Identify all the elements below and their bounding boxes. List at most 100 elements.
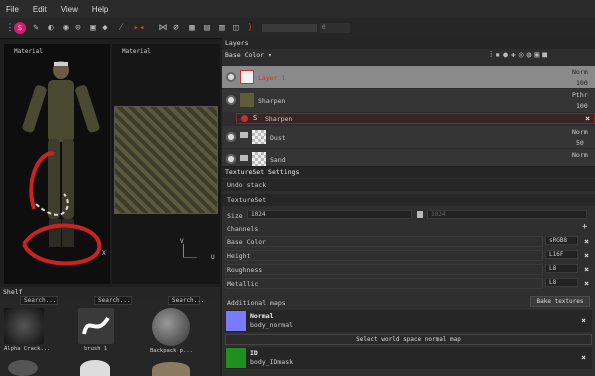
additional-maps-label: Additional maps xyxy=(227,299,286,307)
brush-size-slider[interactable] xyxy=(262,24,317,32)
folder-icon xyxy=(240,132,248,138)
filter-icon: S xyxy=(253,114,258,122)
shelf-search-2[interactable]: Search... xyxy=(94,296,132,305)
viewport-2d[interactable]: Material V U xyxy=(112,44,220,284)
close-icon[interactable]: × xyxy=(582,279,591,288)
normal-map-file: body_normal xyxy=(250,321,294,329)
layer-name: Dust xyxy=(270,134,286,142)
size-select-2[interactable]: 1024 xyxy=(427,210,587,219)
add-effect-icon[interactable]: ▪ xyxy=(495,50,503,59)
close-icon[interactable]: × xyxy=(579,316,588,325)
layer-row[interactable]: Dust Norm 50 xyxy=(222,126,595,148)
paint-brush-icon[interactable]: S xyxy=(14,22,26,34)
channel-row[interactable] xyxy=(225,236,543,247)
layer-blend[interactable]: Norm xyxy=(572,151,588,159)
projection-icon[interactable]: ◐ xyxy=(45,22,57,34)
channel-row[interactable] xyxy=(225,264,543,275)
layer-opacity[interactable]: 100 xyxy=(576,79,588,87)
textureset-tab[interactable]: TextureSet xyxy=(222,194,595,206)
channel-select[interactable]: Base Color ▾ xyxy=(225,51,272,59)
layer-thumbnail xyxy=(252,130,266,144)
select-world-normal-button[interactable]: Select world space normal map xyxy=(225,334,592,345)
channel-format[interactable]: sRGB8 xyxy=(545,236,578,245)
layer-row[interactable]: Layer 1 Norm 100 xyxy=(222,66,595,88)
menu-edit[interactable]: Edit xyxy=(33,5,47,14)
effect-row[interactable]: S Sharpen × xyxy=(236,113,595,124)
render-icon[interactable]: ◫ xyxy=(230,22,242,34)
viewport-3d[interactable]: Material X xyxy=(4,44,110,284)
clone-icon[interactable]: ◉ xyxy=(60,22,72,34)
axis-u-label: U xyxy=(211,254,215,261)
shelf-item-brush[interactable] xyxy=(78,308,114,344)
picker-icon[interactable]: ⁄ xyxy=(115,22,127,34)
layer-thumbnail xyxy=(252,152,266,166)
brush-value-field[interactable]: 0 xyxy=(320,23,350,33)
menu-file[interactable]: File xyxy=(6,5,19,14)
bake-textures-button[interactable]: Bake textures xyxy=(530,296,590,307)
dropper-icon[interactable]: ) xyxy=(244,22,256,34)
layer-name: Sand xyxy=(270,156,286,164)
menu-view[interactable]: View xyxy=(61,5,78,14)
symmetry-icon[interactable]: ▸◂ xyxy=(133,22,145,34)
visibility-icon[interactable] xyxy=(226,72,236,82)
shelf-item-next-3[interactable] xyxy=(152,362,190,376)
shelf-item-next-2[interactable] xyxy=(80,360,110,376)
layers-title: Layers xyxy=(222,38,595,49)
fill-layer-icon[interactable]: ◎ xyxy=(519,50,527,59)
camera-icon[interactable]: ▤ xyxy=(201,22,213,34)
normal-map-title: Normal xyxy=(250,312,274,320)
toolbar: ⋮ S ✎ ◐ ◉ ⊙ ▣ ◆ ⁄ ▸◂ ⋈ ⌀ ▦ ▤ ▥ ◫ ) 0 xyxy=(0,18,595,39)
channel-row[interactable] xyxy=(225,250,543,261)
visibility-icon[interactable] xyxy=(226,154,236,164)
shelf-search-1[interactable]: Search... xyxy=(20,296,58,305)
id-map-row[interactable]: ID body_IDmask × xyxy=(225,347,592,369)
layer-opacity[interactable]: 100 xyxy=(576,102,588,110)
close-icon[interactable]: × xyxy=(583,114,592,123)
paint-layer-icon[interactable]: ✚ xyxy=(511,50,519,59)
close-icon[interactable]: × xyxy=(582,265,591,274)
layer-row[interactable]: Sand Norm xyxy=(222,149,595,166)
layer-row[interactable]: Sharpen Pthr 100 xyxy=(222,89,595,112)
folder-icon xyxy=(240,155,248,161)
layer-blend[interactable]: Norm xyxy=(572,128,588,136)
shelf-item-material[interactable] xyxy=(152,308,190,346)
layer-name: Sharpen xyxy=(258,97,286,105)
channel-format[interactable]: L8 xyxy=(545,278,578,287)
channel-format[interactable]: L16F xyxy=(545,250,578,259)
effect-toggle-icon[interactable] xyxy=(241,115,248,122)
mask-icon[interactable]: ▦ xyxy=(186,22,198,34)
smudge-icon[interactable]: ⊙ xyxy=(72,22,84,34)
channel-format[interactable]: L8 xyxy=(545,264,578,273)
layers-panel: Layers Base Color ▾ ⁞▪●✚◎◍▣■ Layer 1 Nor… xyxy=(222,38,595,166)
add-channel-icon[interactable]: + xyxy=(582,222,587,232)
id-map-file: body_IDmask xyxy=(250,358,294,366)
normal-map-row[interactable]: Normal body_normal × xyxy=(225,310,592,332)
layer-blend[interactable]: Norm xyxy=(572,68,588,76)
polygon-fill-icon[interactable]: ◆ xyxy=(99,22,111,34)
lock-icon[interactable] xyxy=(417,211,423,218)
eraser-icon[interactable]: ✎ xyxy=(30,22,42,34)
close-icon[interactable]: × xyxy=(582,237,591,246)
mirror-icon[interactable]: ⋈ xyxy=(157,22,169,34)
channel-row[interactable] xyxy=(225,278,543,289)
menu-help[interactable]: Help xyxy=(92,5,108,14)
shelf-item-alpha[interactable] xyxy=(4,308,44,344)
folder-icon[interactable]: ● xyxy=(503,50,511,59)
stamp-icon[interactable]: ▣ xyxy=(87,22,99,34)
close-icon[interactable]: × xyxy=(582,251,591,260)
close-icon[interactable]: × xyxy=(579,353,588,362)
display-icon[interactable]: ▥ xyxy=(216,22,228,34)
axis-x-label: X xyxy=(102,250,106,257)
layer-opacity[interactable]: 50 xyxy=(576,139,584,147)
menu-bar: File Edit View Help xyxy=(0,0,595,18)
trash-icon[interactable]: ■ xyxy=(542,50,550,59)
size-select[interactable]: 1024 xyxy=(247,210,412,219)
shelf-item-alpha-label: Alpha Crack... xyxy=(4,346,51,352)
rotate-icon[interactable]: ⌀ xyxy=(170,22,182,34)
shelf-item-next-1[interactable] xyxy=(8,360,38,376)
layer-blend[interactable]: Pthr xyxy=(572,91,588,99)
undo-stack-tab[interactable]: Undo stack xyxy=(222,179,595,191)
visibility-icon[interactable] xyxy=(226,132,236,142)
visibility-icon[interactable] xyxy=(226,95,236,105)
shelf-search-3[interactable]: Search... xyxy=(168,296,205,305)
